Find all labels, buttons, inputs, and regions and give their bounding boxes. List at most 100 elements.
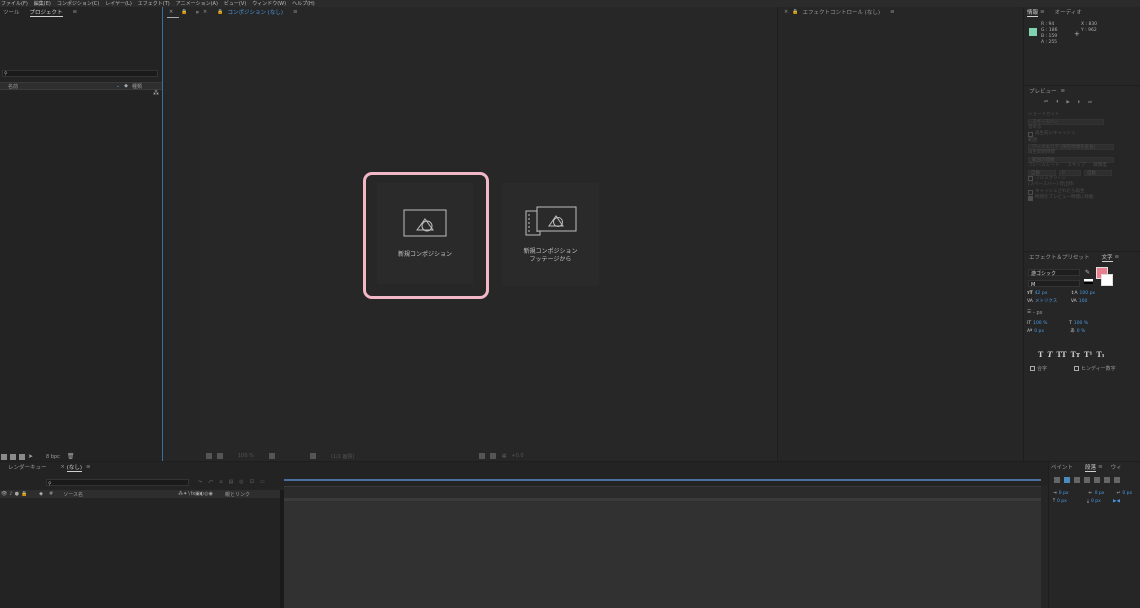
interpret-footage-icon[interactable] xyxy=(1,453,7,460)
col-source-name[interactable]: ソース名 xyxy=(63,491,83,498)
faux-italic-button[interactable]: T xyxy=(1047,350,1052,359)
grid-icon[interactable] xyxy=(268,453,275,459)
play-icon[interactable]: ▶ xyxy=(1066,100,1069,105)
tab-preview[interactable]: プレビュー xyxy=(1029,87,1057,95)
first-line-value[interactable]: 0 px xyxy=(1122,490,1132,498)
render-queue-icon[interactable]: ➤ xyxy=(28,453,33,460)
menu-window[interactable]: ウィンドウ(W) xyxy=(252,0,286,7)
chart-icon[interactable]: ▭ xyxy=(260,479,265,485)
indent-left-value[interactable]: 0 px xyxy=(1059,490,1087,498)
align-right-icon[interactable] xyxy=(1074,477,1080,483)
lock-icon[interactable]: 🔒 xyxy=(21,491,27,497)
label-tag-icon[interactable]: ◆ xyxy=(124,83,128,89)
indent-right-value[interactable]: 0 px xyxy=(1095,490,1115,498)
tab-audio[interactable]: オーディオ xyxy=(1055,8,1082,16)
lock-icon[interactable]: 🔒 xyxy=(792,9,798,15)
column-type[interactable]: 種類 xyxy=(132,83,142,90)
tab-character[interactable]: 文字 xyxy=(1101,253,1113,262)
tab-render-queue[interactable]: レンダーキュー xyxy=(8,463,47,471)
align-center-icon[interactable] xyxy=(1064,477,1070,483)
panel-menu-icon[interactable]: ≡ xyxy=(1061,88,1066,94)
horizontal-scale-value[interactable]: 100 % xyxy=(1074,320,1088,328)
justify-left-icon[interactable] xyxy=(1084,477,1090,483)
prev-frame-icon[interactable]: ⏴ xyxy=(1056,99,1058,105)
eye-icon[interactable]: 👁 xyxy=(1,491,7,497)
switches-icons[interactable]: ⁂✦∖fx▣◐◎◉ xyxy=(178,491,213,497)
panel-menu-icon[interactable]: ≡ xyxy=(293,9,298,15)
justify-right-icon[interactable] xyxy=(1104,477,1110,483)
direction-icon[interactable]: ▶◀ xyxy=(1113,498,1120,506)
faux-bold-button[interactable]: T xyxy=(1038,350,1043,359)
audio-icon[interactable]: ♪ xyxy=(9,491,12,497)
font-style-select[interactable]: M xyxy=(1028,280,1080,288)
zoom-select[interactable]: 100 % xyxy=(238,453,254,459)
motion-blur-icon[interactable]: ◎ xyxy=(239,479,243,485)
shy-icon[interactable]: ⌂ xyxy=(219,479,222,485)
frame-blending-icon[interactable]: ▤ xyxy=(229,479,234,485)
font-family-select[interactable]: 游ゴシック xyxy=(1028,269,1080,277)
lock-icon[interactable]: 🔒 xyxy=(217,9,223,15)
col-parent-link[interactable]: 親とリンク xyxy=(225,491,250,498)
menu-animation[interactable]: アニメーション(A) xyxy=(176,0,218,7)
label-icon[interactable]: ◆ xyxy=(39,491,43,497)
vertical-scale-value[interactable]: 100 % xyxy=(1033,320,1067,328)
hindi-digits-checkbox[interactable]: ヒンディー数字 xyxy=(1074,365,1116,372)
menu-composition[interactable]: コンポジション(C) xyxy=(57,0,99,7)
new-folder-icon[interactable] xyxy=(10,453,16,460)
all-caps-button[interactable]: TT xyxy=(1056,350,1066,359)
space-after-value[interactable]: 0 px xyxy=(1091,498,1111,506)
lock-icon[interactable]: 🔒 xyxy=(181,9,187,15)
superscript-button[interactable]: T¹ xyxy=(1084,350,1092,359)
tracking-value[interactable]: 100 xyxy=(1079,298,1088,306)
new-composition-icon[interactable] xyxy=(19,453,25,460)
space-before-value[interactable]: 0 px xyxy=(1057,498,1085,506)
black-white-swatch[interactable] xyxy=(1084,279,1093,284)
tab-timeline-none[interactable]: (なし) xyxy=(66,463,83,472)
kerning-value[interactable]: メトリクス xyxy=(1035,298,1069,306)
first-frame-icon[interactable]: ⏮ xyxy=(1044,99,1048,105)
tab-paint[interactable]: ペイント xyxy=(1051,463,1073,471)
menu-help[interactable]: ヘルプ(H) xyxy=(292,0,315,7)
sort-icon[interactable]: ⌄ xyxy=(116,83,120,89)
quality-select[interactable]: (1/2 画質) xyxy=(331,453,355,460)
mask-icon[interactable] xyxy=(217,453,223,459)
panel-menu-icon[interactable]: ≡ xyxy=(86,464,91,470)
tab-tools[interactable]: ツール xyxy=(3,8,20,16)
panel-menu-icon[interactable]: ≡ xyxy=(1040,9,1045,15)
bpc-label[interactable]: 8 bpc xyxy=(46,454,60,460)
tab-paragraph[interactable]: 段落 xyxy=(1085,463,1097,472)
small-caps-button[interactable]: Tт xyxy=(1071,350,1081,359)
last-frame-icon[interactable]: ⏭ xyxy=(1088,99,1092,105)
close-icon[interactable]: × xyxy=(169,9,173,15)
exposure-value[interactable]: +0.0 xyxy=(511,453,523,459)
menu-edit[interactable]: 編集(E) xyxy=(34,0,51,7)
menu-effect[interactable]: エフェクト(T) xyxy=(138,0,170,7)
close-icon[interactable]: × xyxy=(203,9,207,15)
resolution-select[interactable]: 自動 xyxy=(1084,169,1112,176)
tab-composition[interactable]: コンポジション (なし) xyxy=(227,8,283,16)
comp-mini-flowchart-icon[interactable]: ⤳ xyxy=(198,479,202,485)
tab-effect-controls[interactable]: エフェクトコントロール (なし) xyxy=(802,8,880,16)
region-icon[interactable] xyxy=(206,453,212,459)
eyedropper-icon[interactable]: ✎ xyxy=(1085,269,1090,276)
project-search-input[interactable]: ⚲ xyxy=(2,70,158,77)
menu-file[interactable]: ファイル(F) xyxy=(1,0,28,7)
menu-layer[interactable]: レイヤー(L) xyxy=(105,0,132,7)
transparency-icon[interactable] xyxy=(479,453,486,459)
ligature-checkbox[interactable]: 合字 xyxy=(1030,365,1047,372)
time-ruler[interactable] xyxy=(284,486,1041,498)
subscript-button[interactable]: T₁ xyxy=(1096,350,1104,359)
graph-editor-icon[interactable]: ⊡ xyxy=(250,479,254,485)
panel-menu-icon[interactable]: ≡ xyxy=(890,9,895,15)
timeline-search-input[interactable]: ⚲ xyxy=(46,479,189,487)
tab-effects-presets[interactable]: エフェクト＆プリセット xyxy=(1029,253,1090,261)
time-navigator[interactable] xyxy=(284,479,1041,481)
new-composition-from-footage-card[interactable]: 新規コンポジション フッテージから xyxy=(502,183,599,286)
camera-icon[interactable] xyxy=(309,453,316,459)
solo-icon[interactable]: ● xyxy=(15,491,19,497)
tab-wiggler[interactable]: ウィ xyxy=(1111,463,1122,471)
expand-icon[interactable]: » xyxy=(195,9,199,16)
baseline-value[interactable]: 0 px xyxy=(1034,328,1068,336)
close-icon[interactable]: × xyxy=(61,464,65,470)
close-icon[interactable]: × xyxy=(784,9,788,15)
